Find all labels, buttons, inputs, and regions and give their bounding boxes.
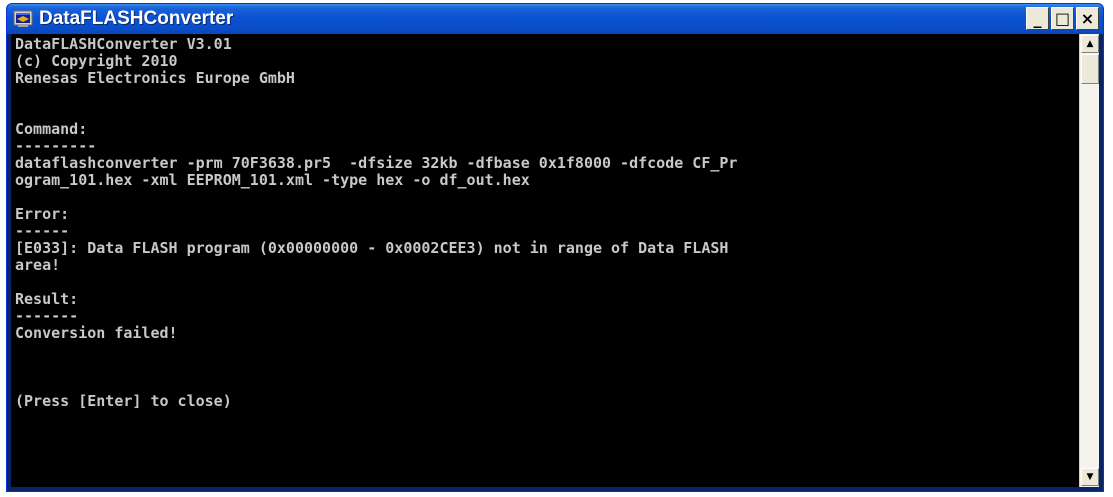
console-line: Result: xyxy=(15,291,79,308)
console-frame: DataFLASHConverter V3.01 (c) Copyright 20… xyxy=(11,34,1099,487)
console-line: Error: xyxy=(15,206,70,223)
console-line: Command: xyxy=(15,121,88,138)
console-window: DataFLASHConverter _ □ × DataFLASHConver… xyxy=(6,3,1104,492)
console-line: --------- xyxy=(15,138,97,155)
console-line: Conversion failed! xyxy=(15,325,178,342)
console-output[interactable]: DataFLASHConverter V3.01 (c) Copyright 20… xyxy=(11,34,1079,487)
console-line: Renesas Electronics Europe GmbH xyxy=(15,70,295,87)
window-controls: _ □ × xyxy=(1026,7,1099,30)
window-title: DataFLASHConverter xyxy=(39,8,234,29)
console-line: (Press [Enter] to close) xyxy=(15,393,232,410)
close-icon: × xyxy=(1080,8,1095,28)
arrow-down-icon: ▼ xyxy=(1086,472,1094,482)
scroll-up-button[interactable]: ▲ xyxy=(1081,35,1099,53)
maximize-button[interactable]: □ xyxy=(1051,7,1074,30)
console-line: ogram_101.hex -xml EEPROM_101.xml -type … xyxy=(15,172,530,189)
minimize-icon: _ xyxy=(1033,8,1042,28)
console-line: dataflashconverter -prm 70F3638.pr5 -dfs… xyxy=(15,155,738,172)
close-button[interactable]: × xyxy=(1076,7,1099,30)
dos-console-icon xyxy=(13,9,33,29)
console-line: (c) Copyright 2010 xyxy=(15,53,178,70)
console-line: DataFLASHConverter V3.01 xyxy=(15,36,232,53)
console-line: ------ xyxy=(15,223,70,240)
console-line: ------- xyxy=(15,308,79,325)
vertical-scrollbar[interactable]: ▲ ▼ xyxy=(1079,34,1099,487)
scroll-down-button[interactable]: ▼ xyxy=(1081,468,1099,486)
console-line: area! xyxy=(15,257,61,274)
scroll-thumb[interactable] xyxy=(1081,54,1099,84)
maximize-icon: □ xyxy=(1054,8,1071,28)
minimize-button[interactable]: _ xyxy=(1026,7,1049,30)
console-line: [E033]: Data FLASH program (0x00000000 -… xyxy=(15,240,729,257)
arrow-up-icon: ▲ xyxy=(1086,39,1094,49)
title-bar[interactable]: DataFLASHConverter _ □ × xyxy=(7,4,1103,34)
